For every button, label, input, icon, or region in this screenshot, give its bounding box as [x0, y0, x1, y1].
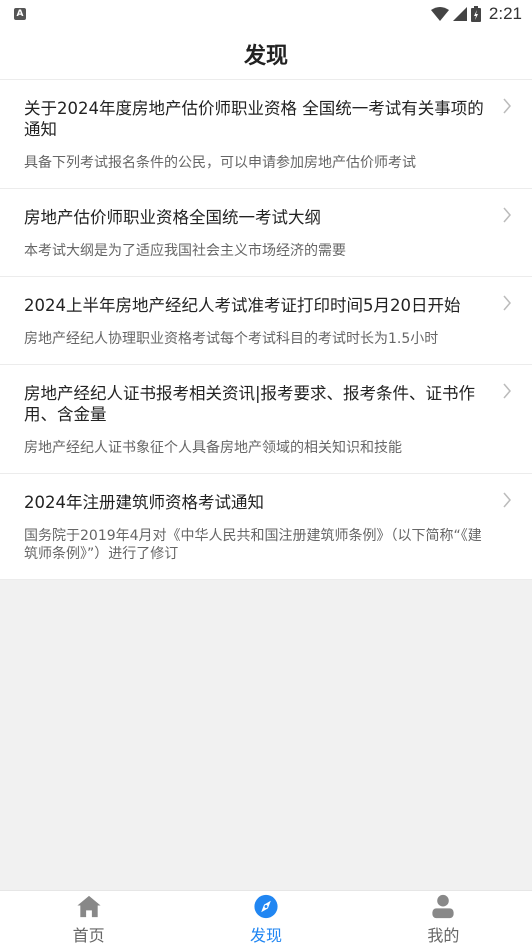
- page-header: 发现: [0, 28, 532, 80]
- article-title: 关于2024年度房地产估价师职业资格 全国统一考试有关事项的通知: [24, 99, 484, 139]
- tab-mine[interactable]: 我的: [355, 891, 532, 946]
- list-item[interactable]: 房地产估价师职业资格全国统一考试大纲 本考试大纲是为了适应我国社会主义市场经济的…: [0, 189, 532, 277]
- article-list: 关于2024年度房地产估价师职业资格 全国统一考试有关事项的通知 具备下列考试报…: [0, 80, 532, 580]
- article-summary: 本考试大纲是为了适应我国社会主义市场经济的需要: [24, 243, 346, 259]
- article-title: 房地产估价师职业资格全国统一考试大纲: [24, 208, 321, 227]
- list-item[interactable]: 2024上半年房地产经纪人考试准考证打印时间5月20日开始 房地产经纪人协理职业…: [0, 277, 532, 365]
- tab-home[interactable]: 首页: [0, 891, 177, 946]
- chevron-right-icon: [503, 98, 511, 114]
- status-time: 2:21: [488, 4, 522, 23]
- article-title: 2024年注册建筑师资格考试通知: [24, 493, 264, 512]
- wifi-icon: [430, 7, 449, 21]
- chevron-right-icon: [503, 207, 511, 223]
- article-summary: 房地产经纪人协理职业资格考试每个考试科目的考试时长为1.5小时: [24, 331, 439, 347]
- list-item[interactable]: 2024年注册建筑师资格考试通知 国务院于2019年4月对《中华人民共和国注册建…: [0, 474, 532, 580]
- article-summary: 房地产经纪人证书象征个人具备房地产领域的相关知识和技能: [24, 440, 402, 456]
- signal-icon: [452, 7, 467, 21]
- article-summary: 国务院于2019年4月对《中华人民共和国注册建筑师条例》（以下简称“《建筑师条例…: [24, 528, 482, 562]
- tab-discover[interactable]: 发现: [177, 891, 354, 946]
- article-summary: 具备下列考试报名条件的公民，可以申请参加房地产估价师考试: [24, 155, 416, 171]
- battery-charging-icon: [470, 6, 481, 22]
- article-title: 2024上半年房地产经纪人考试准考证打印时间5月20日开始: [24, 296, 461, 315]
- tab-mine-label: 我的: [427, 926, 460, 945]
- notification-icon: A: [14, 8, 26, 20]
- tab-discover-label: 发现: [249, 926, 282, 945]
- home-icon: [77, 895, 101, 918]
- tab-home-label: 首页: [72, 926, 105, 945]
- page-title: 发现: [243, 43, 288, 69]
- chevron-right-icon: [503, 383, 511, 399]
- compass-icon: [254, 894, 278, 919]
- list-item[interactable]: 房地产经纪人证书报考相关资讯|报考要求、报考条件、证书作用、含金量 房地产经纪人…: [0, 365, 532, 474]
- status-bar: A 2:21: [0, 0, 532, 28]
- chevron-right-icon: [503, 295, 511, 311]
- article-title: 房地产经纪人证书报考相关资讯|报考要求、报考条件、证书作用、含金量: [24, 384, 476, 424]
- bottom-tab-bar: 首页 发现 我的: [0, 890, 532, 946]
- list-item[interactable]: 关于2024年度房地产估价师职业资格 全国统一考试有关事项的通知 具备下列考试报…: [0, 80, 532, 189]
- user-icon: [432, 894, 454, 919]
- chevron-right-icon: [503, 492, 511, 508]
